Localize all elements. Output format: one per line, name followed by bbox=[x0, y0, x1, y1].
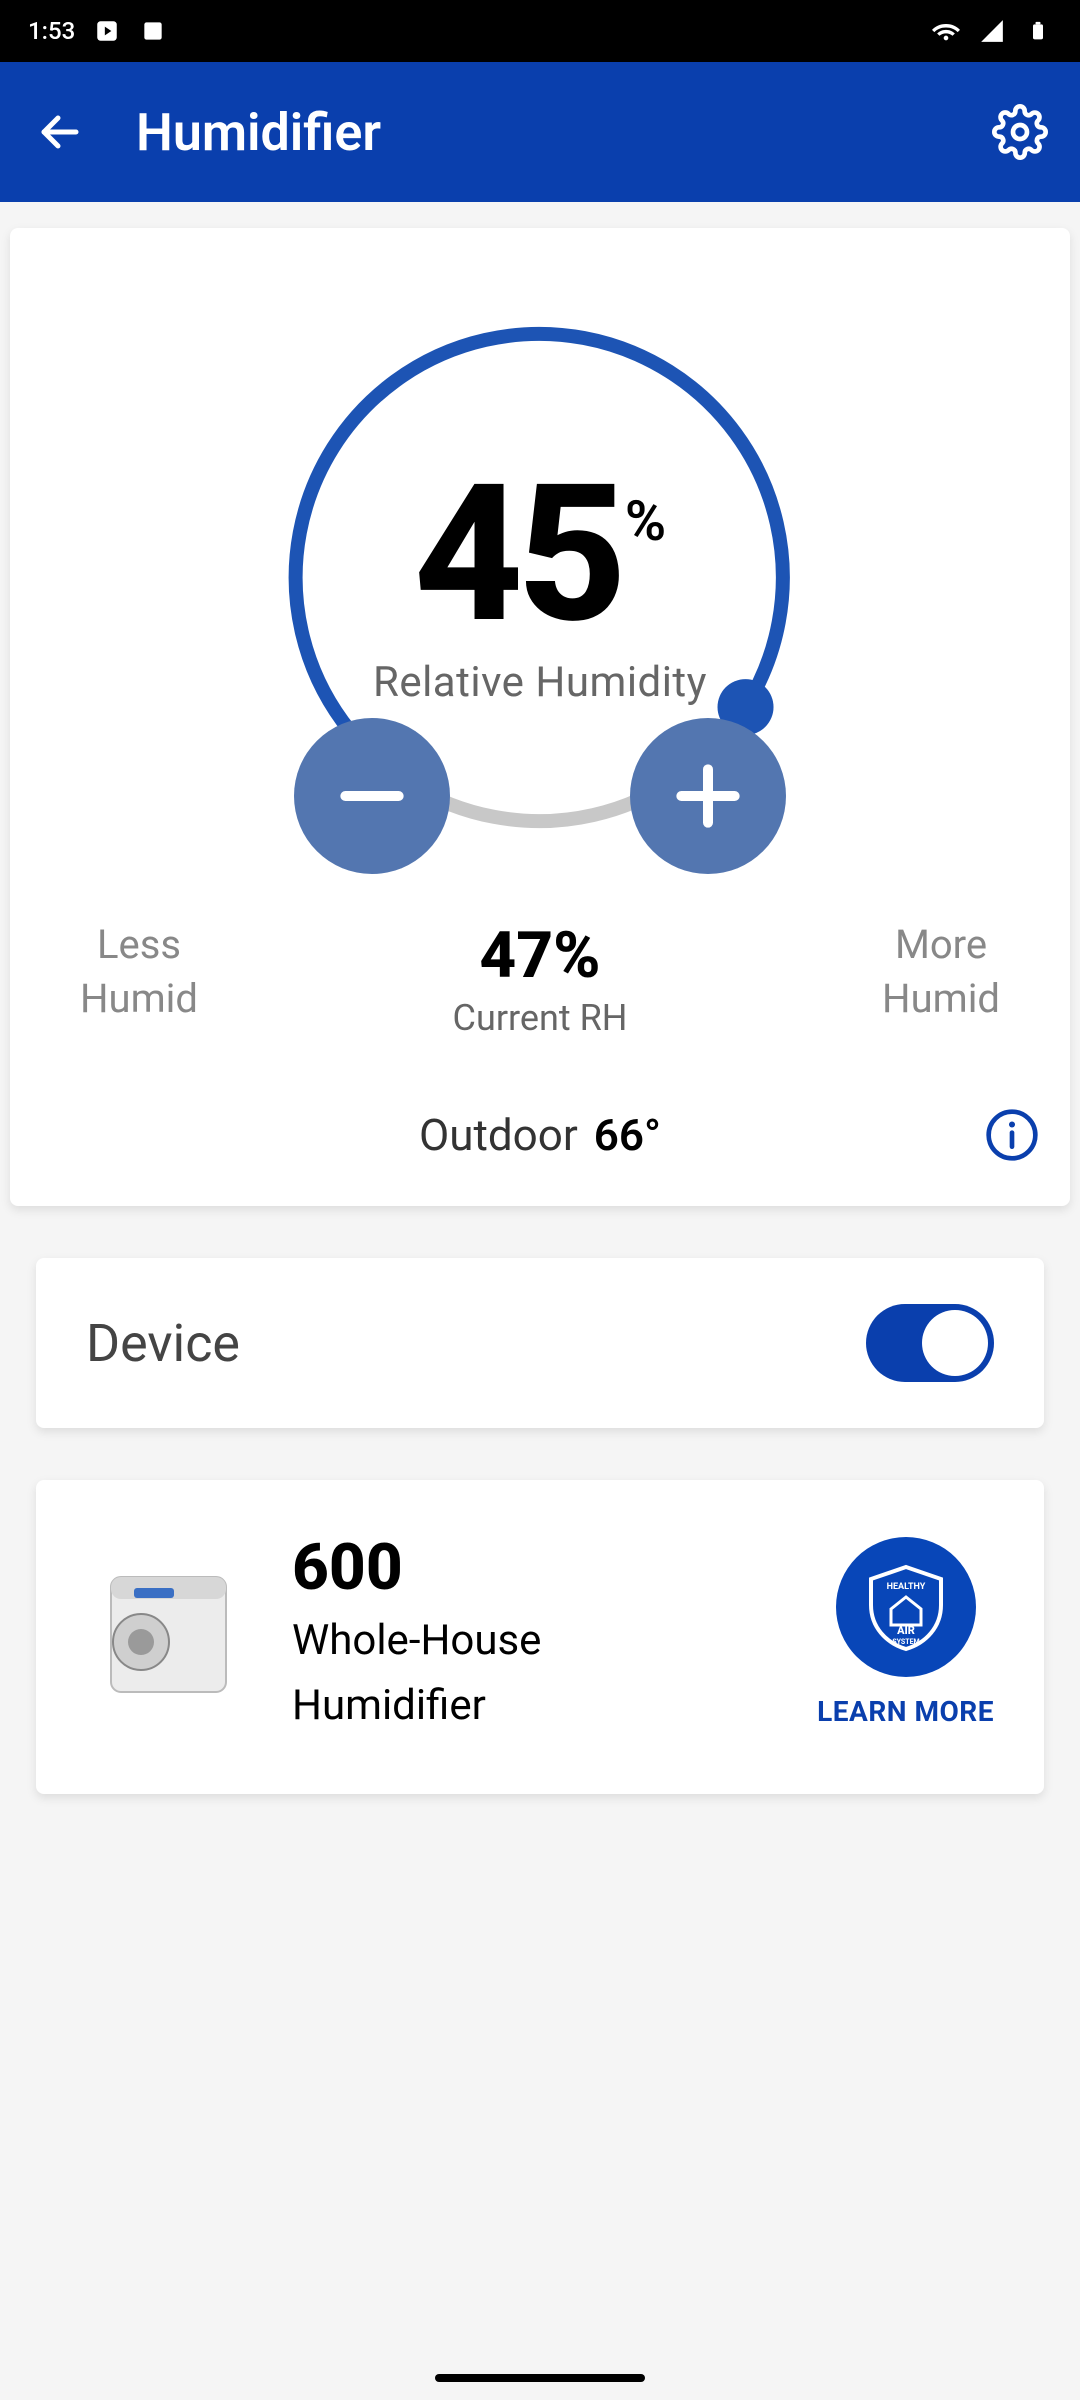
plus-icon bbox=[668, 756, 748, 836]
product-model: 600 bbox=[292, 1530, 771, 1605]
device-label: Device bbox=[86, 1313, 240, 1374]
less-line1: Less bbox=[80, 918, 198, 972]
outdoor-value: 66° bbox=[594, 1109, 661, 1161]
app-indicator-icon bbox=[139, 17, 167, 45]
content: 45 % Relative Humidity bbox=[0, 202, 1080, 1794]
healthy-air-badge-icon: HEALTHY AIR SYSTEM bbox=[836, 1537, 976, 1677]
outdoor-row: Outdoor 66° bbox=[40, 1109, 1040, 1161]
settings-button[interactable] bbox=[984, 96, 1056, 168]
svg-text:HEALTHY: HEALTHY bbox=[886, 1582, 925, 1592]
battery-icon bbox=[1024, 17, 1052, 45]
wifi-icon bbox=[932, 17, 960, 45]
adjust-row bbox=[260, 718, 820, 874]
triple-row: Less Humid 47% Current RH More Humid bbox=[40, 918, 1040, 1039]
percent-sign: % bbox=[621, 460, 666, 554]
outdoor-info-button[interactable] bbox=[984, 1107, 1040, 1163]
less-line2: Humid bbox=[80, 972, 198, 1026]
more-line1: More bbox=[882, 918, 1000, 972]
product-card: 600 Whole-House Humidifier HEALTHY AIR S… bbox=[36, 1480, 1044, 1794]
gear-icon bbox=[992, 104, 1048, 160]
humidity-dial[interactable]: 45 % Relative Humidity bbox=[260, 298, 820, 858]
humidity-dial-card: 45 % Relative Humidity bbox=[10, 228, 1070, 1206]
signal-icon bbox=[978, 17, 1006, 45]
current-rh-value: 47% bbox=[453, 918, 628, 993]
product-desc-line2: Humidifier bbox=[292, 1678, 771, 1735]
gesture-bar bbox=[435, 2374, 645, 2382]
device-toggle-card: Device bbox=[36, 1258, 1044, 1428]
less-humid-label: Less Humid bbox=[80, 918, 198, 1026]
product-text: 600 Whole-House Humidifier bbox=[292, 1530, 771, 1734]
info-icon bbox=[984, 1107, 1040, 1163]
product-desc-line1: Whole-House bbox=[292, 1613, 771, 1670]
dial-value-row: 45 % bbox=[414, 460, 666, 650]
learn-more-column: HEALTHY AIR SYSTEM LEARN MORE bbox=[817, 1537, 994, 1728]
app-bar: Humidifier bbox=[0, 62, 1080, 202]
learn-more-link[interactable]: LEARN MORE bbox=[817, 1695, 994, 1728]
status-left: 1:53 bbox=[28, 17, 167, 45]
humidifier-unit-icon bbox=[86, 1557, 246, 1707]
back-button[interactable] bbox=[24, 96, 96, 168]
status-right bbox=[932, 17, 1052, 45]
status-bar: 1:53 bbox=[0, 0, 1080, 62]
page-title: Humidifier bbox=[96, 102, 984, 163]
toggle-knob bbox=[922, 1310, 988, 1376]
increase-humidity-button[interactable] bbox=[630, 718, 786, 874]
minus-icon bbox=[332, 756, 412, 836]
current-rh: 47% Current RH bbox=[453, 918, 628, 1039]
play-square-icon bbox=[93, 17, 121, 45]
decrease-humidity-button[interactable] bbox=[294, 718, 450, 874]
dial-label: Relative Humidity bbox=[373, 658, 707, 707]
svg-text:AIR: AIR bbox=[897, 1624, 915, 1637]
target-humidity-value: 45 bbox=[414, 460, 621, 650]
more-humid-label: More Humid bbox=[882, 918, 1000, 1026]
current-rh-label: Current RH bbox=[453, 997, 628, 1039]
shield-house-icon: HEALTHY AIR SYSTEM bbox=[856, 1557, 956, 1657]
outdoor-label: Outdoor bbox=[419, 1109, 578, 1161]
status-time: 1:53 bbox=[28, 17, 75, 45]
device-toggle[interactable] bbox=[866, 1304, 994, 1382]
svg-text:SYSTEM: SYSTEM bbox=[892, 1638, 919, 1646]
product-image bbox=[86, 1557, 246, 1707]
more-line2: Humid bbox=[882, 972, 1000, 1026]
arrow-left-icon bbox=[36, 108, 84, 156]
